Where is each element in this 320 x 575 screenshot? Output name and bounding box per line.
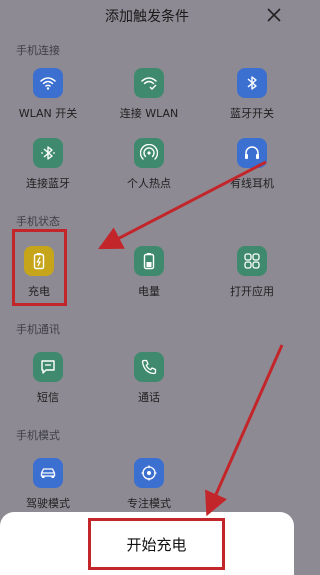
item-connect-bluetooth[interactable]: 连接蓝牙 (3, 138, 93, 198)
item-label: 打开应用 (230, 285, 274, 298)
item-wired-headset[interactable]: 有线耳机 (207, 138, 297, 198)
car-icon (33, 458, 63, 488)
item-label: 有线耳机 (230, 177, 274, 190)
focus-icon (134, 458, 164, 488)
item-sms[interactable]: 短信 (3, 352, 93, 412)
item-hotspot[interactable]: 个人热点 (104, 138, 194, 198)
highlight-box (12, 229, 67, 306)
item-connect-wlan[interactable]: 连接 WLAN (104, 68, 194, 128)
section-title-communication: 手机通讯 (16, 323, 60, 336)
item-wlan-switch[interactable]: WLAN 开关 (3, 68, 93, 128)
item-label: 驾驶模式 (26, 497, 70, 510)
header: 添加触发条件 (0, 0, 294, 34)
item-open-app[interactable]: 打开应用 (207, 246, 297, 306)
start-charging-item[interactable]: 开始充电 (88, 518, 225, 570)
arrow-to-start-charging (205, 344, 284, 517)
section-title-connection: 手机连接 (16, 44, 60, 57)
apps-icon (237, 246, 267, 276)
battery-icon (134, 246, 164, 276)
item-driving-mode[interactable]: 驾驶模式 (3, 458, 93, 518)
close-icon[interactable] (264, 5, 284, 25)
section-title-mode: 手机模式 (16, 429, 60, 442)
hotspot-icon (134, 138, 164, 168)
item-label: 专注模式 (127, 497, 171, 510)
wifi-icon (33, 68, 63, 98)
item-label: 蓝牙开关 (230, 107, 274, 120)
item-label: 连接 WLAN (119, 107, 179, 120)
bluetooth-connect-icon (33, 138, 63, 168)
item-bluetooth-switch[interactable]: 蓝牙开关 (207, 68, 297, 128)
start-charging-label: 开始充电 (126, 535, 187, 554)
item-label: 通话 (138, 391, 160, 404)
item-label: 短信 (37, 391, 59, 404)
bluetooth-icon (237, 68, 267, 98)
wifi-check-icon (134, 68, 164, 98)
headset-icon (237, 138, 267, 168)
message-icon (33, 352, 63, 382)
item-battery-level[interactable]: 电量 (104, 246, 194, 306)
item-call[interactable]: 通话 (104, 352, 194, 412)
item-label: 电量 (138, 285, 160, 298)
page-title: 添加触发条件 (105, 9, 189, 25)
item-label: 个人热点 (127, 177, 171, 190)
item-label: 连接蓝牙 (26, 177, 70, 190)
section-title-status: 手机状态 (16, 215, 60, 228)
item-label: WLAN 开关 (18, 107, 78, 120)
item-focus-mode[interactable]: 专注模式 (104, 458, 194, 518)
phone-icon (134, 352, 164, 382)
